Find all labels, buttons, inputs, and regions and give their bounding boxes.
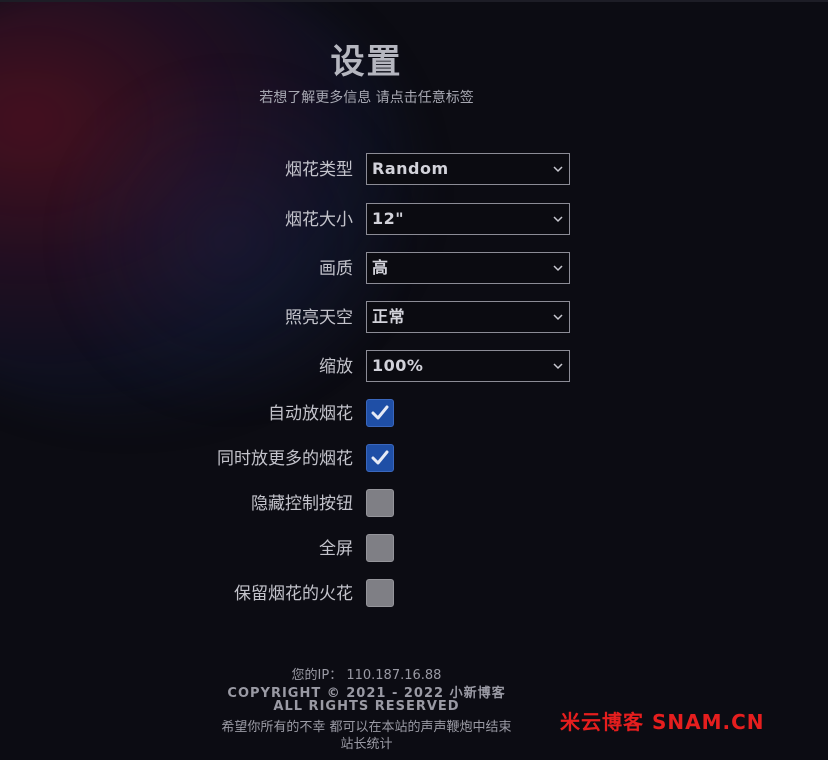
sky-lighting-select[interactable]: 正常 <box>366 301 570 333</box>
quality-label: 画质 <box>319 259 353 279</box>
quality-value: 高 <box>372 258 389 277</box>
sky-lighting-label: 照亮天空 <box>285 308 353 328</box>
shell-size-select[interactable]: 12" <box>366 203 570 235</box>
auto-launch-checkbox[interactable] <box>366 399 394 427</box>
page-title: 设置 <box>330 42 403 82</box>
chevron-down-icon <box>553 363 563 370</box>
site-watermark: 米云博客 SNAM.CN <box>560 710 765 734</box>
chevron-down-icon <box>553 166 563 173</box>
hide-controls-checkbox[interactable] <box>366 489 394 517</box>
setting-row-hide-controls: 隐藏控制按钮 <box>0 487 828 521</box>
setting-row-scale: 缩放 100% <box>0 350 828 384</box>
footer-stats-link[interactable]: 站长统计 <box>0 733 733 752</box>
shell-type-label: 烟花类型 <box>285 160 353 180</box>
setting-row-sky-lighting: 照亮天空 正常 <box>0 301 828 335</box>
quality-select[interactable]: 高 <box>366 252 570 284</box>
scale-select[interactable]: 100% <box>366 350 570 382</box>
top-divider <box>0 0 828 2</box>
setting-row-finale-mode: 同时放更多的烟花 <box>0 442 828 476</box>
hide-controls-label: 隐藏控制按钮 <box>251 494 353 514</box>
fullscreen-label: 全屏 <box>319 539 353 559</box>
footer-ip: 您的IP： 110.187.16.88 <box>291 668 442 683</box>
chevron-down-icon <box>553 314 563 321</box>
shell-type-value: Random <box>372 159 449 178</box>
setting-row-shell-size: 烟花大小 12" <box>0 203 828 237</box>
setting-row-auto-launch: 自动放烟花 <box>0 397 828 431</box>
setting-row-fullscreen: 全屏 <box>0 532 828 566</box>
setting-row-quality: 画质 高 <box>0 252 828 286</box>
chevron-down-icon <box>553 265 563 272</box>
scale-label: 缩放 <box>319 357 353 377</box>
finale-mode-label: 同时放更多的烟花 <box>217 449 353 469</box>
setting-row-shell-type: 烟花类型 Random <box>0 153 828 187</box>
chevron-down-icon <box>553 216 563 223</box>
long-exposure-checkbox[interactable] <box>366 579 394 607</box>
finale-mode-checkbox[interactable] <box>366 444 394 472</box>
sky-lighting-value: 正常 <box>372 307 406 326</box>
page-subtitle: 若想了解更多信息 请点击任意标签 <box>259 90 474 106</box>
setting-row-long-exposure: 保留烟花的火花 <box>0 577 828 611</box>
checkmark-icon <box>371 405 389 420</box>
scale-value: 100% <box>372 356 424 375</box>
auto-launch-label: 自动放烟花 <box>268 404 353 424</box>
shell-size-value: 12" <box>372 209 405 228</box>
settings-page: 设置 若想了解更多信息 请点击任意标签 烟花类型 Random 烟花大小 12"… <box>0 0 828 760</box>
shell-size-label: 烟花大小 <box>285 210 353 230</box>
fullscreen-checkbox[interactable] <box>366 534 394 562</box>
checkmark-icon <box>371 450 389 465</box>
shell-type-select[interactable]: Random <box>366 153 570 185</box>
long-exposure-label: 保留烟花的火花 <box>234 584 353 604</box>
